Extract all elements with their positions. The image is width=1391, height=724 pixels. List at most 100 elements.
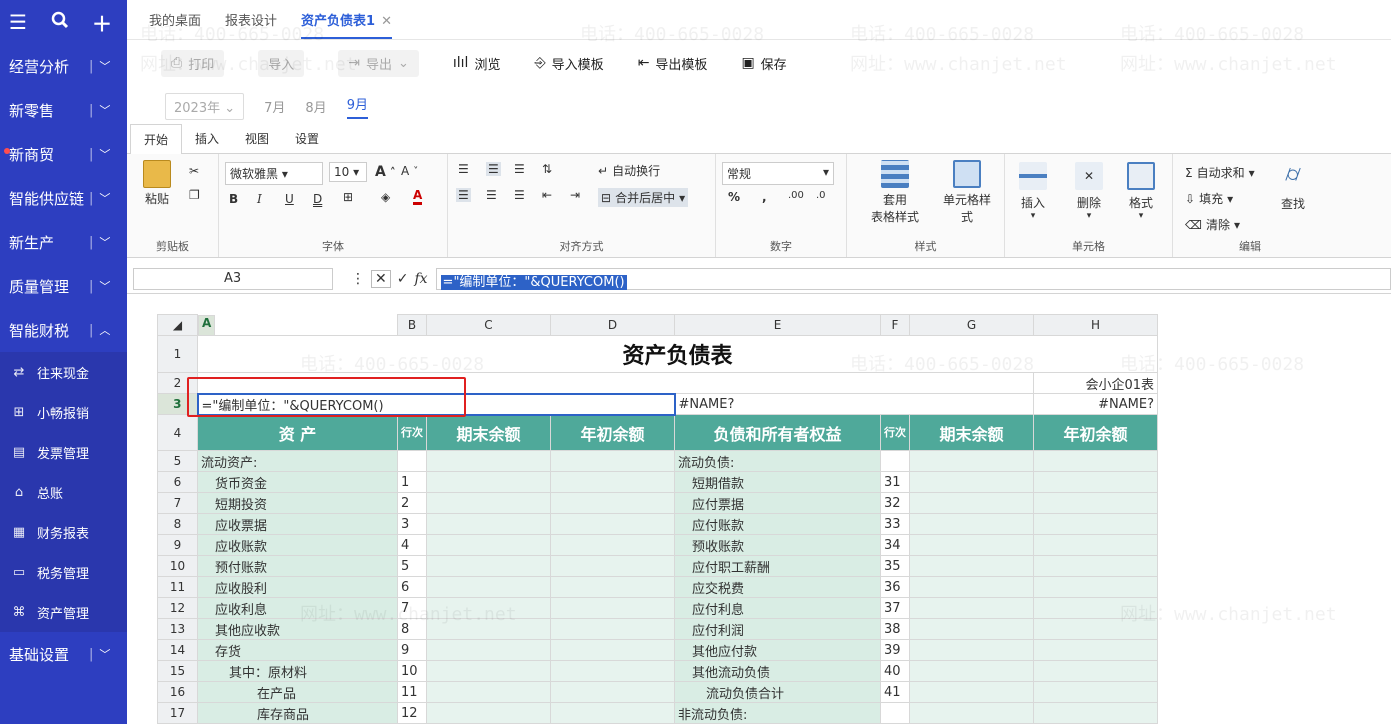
liability-item-cell[interactable]: 流动负债: — [674, 450, 881, 472]
asset-item-cell[interactable]: 短期投资 — [197, 492, 398, 514]
sidebar-item-new-retail[interactable]: 新零售 | ﹀ — [0, 88, 127, 132]
begin-balance-cell[interactable] — [550, 492, 675, 514]
tab-balance-sheet[interactable]: 资产负债表1 ✕ — [301, 10, 392, 39]
asset-item-cell[interactable]: 应收票据 — [197, 513, 398, 535]
month-7[interactable]: 7月 — [264, 97, 285, 116]
insert-cells-button[interactable]: 插入 ▾ — [1019, 162, 1047, 221]
end-balance-cell[interactable] — [426, 639, 551, 661]
import-button[interactable]: 导入 — [258, 49, 305, 77]
begin-balance-cell[interactable] — [550, 450, 675, 472]
line-number-cell[interactable]: 5 — [397, 555, 427, 577]
end-balance-cell[interactable] — [426, 702, 551, 724]
font-color-icon[interactable]: A — [413, 188, 423, 205]
end-balance-cell[interactable] — [909, 534, 1034, 556]
row-header[interactable]: 12 — [157, 597, 198, 619]
underline-icon[interactable]: U — [285, 192, 294, 206]
fill-color-icon[interactable]: ◈ — [381, 190, 390, 204]
cell-reference-box[interactable]: A3 — [133, 267, 333, 290]
asset-item-cell[interactable]: 流动资产: — [197, 450, 398, 472]
double-underline-icon[interactable]: D — [313, 192, 322, 206]
liability-item-cell[interactable]: 短期借款 — [674, 471, 881, 493]
row-header[interactable]: 15 — [157, 660, 198, 682]
row-header[interactable]: 8 — [157, 513, 198, 535]
line-number-cell[interactable]: 34 — [880, 534, 910, 556]
number-format-select[interactable]: 常规 ▾ — [722, 162, 834, 185]
end-balance-cell[interactable] — [426, 471, 551, 493]
browse-button[interactable]: ılıl 浏览 — [453, 54, 501, 73]
export-button[interactable]: ⇥ 导出 ⌄ — [338, 49, 419, 77]
row-header[interactable]: 7 — [157, 492, 198, 514]
import-template-button[interactable]: ⎆ 导入模板 — [534, 54, 603, 73]
line-number-cell[interactable]: 9 — [397, 639, 427, 661]
cell-e3[interactable]: #NAME? — [674, 393, 1034, 415]
end-balance-cell[interactable] — [426, 681, 551, 703]
tab-report-design[interactable]: 报表设计 — [225, 10, 277, 39]
align-bottom-icon[interactable]: ☰ — [514, 162, 525, 176]
line-number-cell[interactable] — [880, 702, 910, 724]
autosum-button[interactable]: Σ 自动求和 ▾ — [1185, 164, 1255, 181]
align-middle-icon[interactable]: ☰ — [486, 162, 501, 176]
confirm-icon[interactable]: ✓ — [397, 271, 409, 287]
row-header[interactable]: 5 — [157, 450, 198, 472]
sidebar-item-finance-tax[interactable]: 智能财税 | ︿ — [0, 308, 127, 352]
asset-item-cell[interactable]: 应收股利 — [197, 576, 398, 598]
ribbon-tab-settings[interactable]: 设置 — [282, 130, 332, 153]
tab-my-desktop[interactable]: 我的桌面 — [149, 10, 201, 39]
line-number-cell[interactable]: 32 — [880, 492, 910, 514]
percent-icon[interactable]: % — [728, 190, 740, 204]
row-header[interactable]: 17 — [157, 702, 198, 724]
liability-item-cell[interactable]: 非流动负债: — [674, 702, 881, 724]
sidebar-sub-ledger[interactable]: ⌂ 总账 — [0, 472, 127, 512]
liability-item-cell[interactable]: 应付账款 — [674, 513, 881, 535]
end-balance-cell[interactable] — [909, 702, 1034, 724]
table-style-button[interactable]: 套用 表格样式 — [871, 160, 919, 225]
asset-item-cell[interactable]: 货币资金 — [197, 471, 398, 493]
end-balance-cell[interactable] — [909, 681, 1034, 703]
begin-balance-cell[interactable] — [550, 597, 675, 619]
sidebar-sub-cash[interactable]: ⇄ 往来现金 — [0, 352, 127, 392]
asset-item-cell[interactable]: 应收利息 — [197, 597, 398, 619]
line-number-cell[interactable]: 31 — [880, 471, 910, 493]
end-balance-cell[interactable] — [909, 597, 1034, 619]
sidebar-item-basic-settings[interactable]: 基础设置 | ﹀ — [0, 632, 127, 676]
align-left-icon[interactable]: ☰ — [456, 188, 471, 202]
more-icon[interactable]: ⋮ — [351, 271, 365, 287]
ribbon-tab-view[interactable]: 视图 — [232, 130, 282, 153]
begin-balance-cell[interactable] — [1033, 639, 1158, 661]
asset-item-cell[interactable]: 库存商品 — [197, 702, 398, 724]
align-center-icon[interactable]: ☰ — [486, 188, 497, 202]
export-template-button[interactable]: ⇤ 导出模板 — [638, 54, 708, 73]
end-balance-cell[interactable] — [426, 660, 551, 682]
liability-item-cell[interactable]: 应付利息 — [674, 597, 881, 619]
menu-icon[interactable]: ☰ — [6, 10, 30, 34]
header-liabilities[interactable]: 负债和所有者权益 — [674, 414, 881, 451]
text-direction-icon[interactable]: ⇅ — [542, 162, 552, 176]
row-header[interactable]: 14 — [157, 639, 198, 661]
row-header[interactable]: 16 — [157, 681, 198, 703]
end-balance-cell[interactable] — [909, 471, 1034, 493]
month-8[interactable]: 8月 — [305, 97, 326, 116]
font-size-select[interactable]: 10 ▾ — [329, 162, 367, 182]
header-end-balance[interactable]: 期末余额 — [909, 414, 1034, 451]
end-balance-cell[interactable] — [426, 597, 551, 619]
column-header[interactable]: D — [550, 314, 675, 336]
sidebar-item-supply-chain[interactable]: 智能供应链 | ﹀ — [0, 176, 127, 220]
column-header[interactable]: E — [674, 314, 881, 336]
month-9[interactable]: 9月 — [346, 94, 368, 119]
line-number-cell[interactable]: 37 — [880, 597, 910, 619]
liability-item-cell[interactable]: 应交税费 — [674, 576, 881, 598]
liability-item-cell[interactable]: 其他流动负债 — [674, 660, 881, 682]
line-number-cell[interactable]: 1 — [397, 471, 427, 493]
font-name-select[interactable]: 微软雅黑 ▾ — [225, 162, 323, 185]
sidebar-item-production[interactable]: 新生产 | ﹀ — [0, 220, 127, 264]
comma-icon[interactable]: , — [762, 190, 767, 204]
column-header[interactable]: A — [198, 314, 216, 336]
row-header[interactable]: 10 — [157, 555, 198, 577]
begin-balance-cell[interactable] — [550, 471, 675, 493]
plus-icon[interactable]: ＋ — [90, 8, 114, 37]
row-header[interactable]: 9 — [157, 534, 198, 556]
begin-balance-cell[interactable] — [1033, 513, 1158, 535]
column-header[interactable]: H — [1033, 314, 1158, 336]
header-begin-balance[interactable]: 年初余额 — [1033, 414, 1158, 451]
asset-item-cell[interactable]: 在产品 — [197, 681, 398, 703]
